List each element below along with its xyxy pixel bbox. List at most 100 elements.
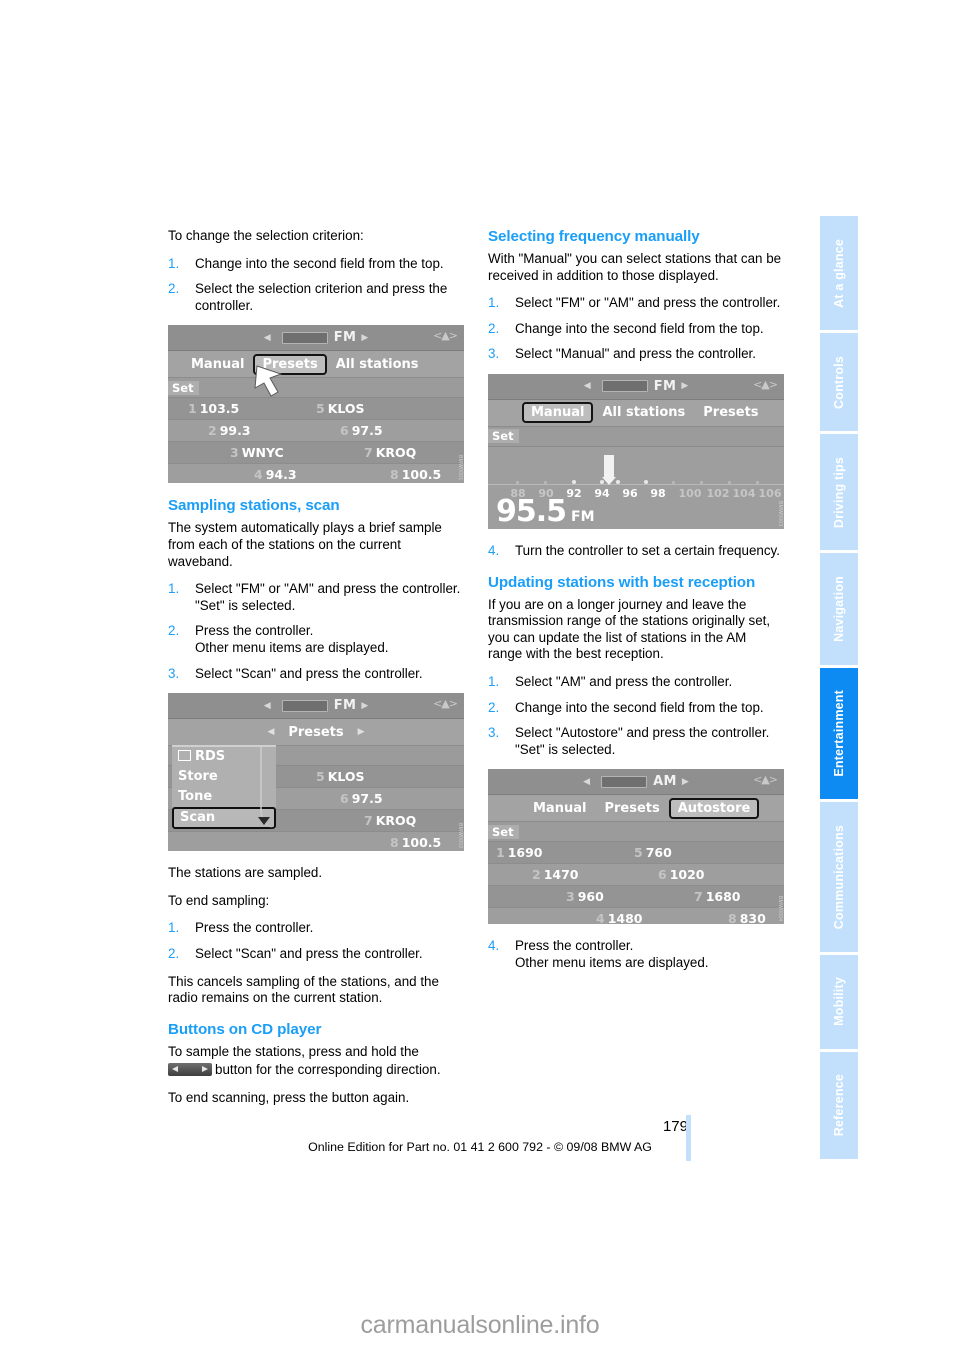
sidebar-tab-label: Entertainment <box>831 690 846 777</box>
preset-cell[interactable]: 3 960 <box>566 889 604 904</box>
preset-cell[interactable]: 4 1480 <box>596 911 643 924</box>
table-row: 2 99.3 6 97.5 <box>168 420 464 443</box>
sidebar-tab-entertainment[interactable]: Entertainment <box>820 667 858 800</box>
menu-item-presets[interactable]: Presets <box>694 405 767 420</box>
list-item: 1. Press the controller. <box>168 920 464 937</box>
preset-number: 6 <box>658 867 667 883</box>
set-label[interactable]: Set <box>488 824 519 839</box>
menu-item-all-stations[interactable]: All stations <box>327 357 428 372</box>
preset-number: 8 <box>390 467 399 483</box>
preset-cell[interactable]: 5 KLOS <box>316 401 365 416</box>
set-label[interactable]: Set <box>488 429 519 444</box>
figure-code: BMW0001 <box>457 454 463 481</box>
screen-menubar: Manual All stations Presets <box>488 399 784 427</box>
frequency-tuner[interactable]: 88 90 92 94 96 98 100 102 104 106 95.5 FM <box>488 446 784 529</box>
step-text: Select "Manual" and press the controller… <box>515 346 756 362</box>
preset-cell[interactable]: 4 94.3 <box>254 467 297 482</box>
cd-line-c: To end scanning, press the button again. <box>168 1089 410 1105</box>
band-label: FM <box>653 378 677 394</box>
preset-number: 4 <box>254 467 263 483</box>
chevron-right-icon: ▶ <box>681 776 689 787</box>
list-item: 3. Select "Manual" and press the control… <box>488 346 784 363</box>
preset-number: 6 <box>340 423 349 439</box>
table-row: 3 WNYC 7 KROQ <box>168 442 464 465</box>
menu-item-presets[interactable]: Presets <box>279 725 352 740</box>
context-dropdown-menu: RDS Store Tone Scan <box>172 745 276 830</box>
menu-item-manual[interactable]: Manual <box>522 402 594 424</box>
preset-cell[interactable]: 8 100.5 <box>390 467 441 482</box>
update-paragraph: If you are on a longer journey and leave… <box>488 596 771 662</box>
scale-tick-label: 106 <box>758 486 782 500</box>
menu-item-autostore[interactable]: Autostore <box>668 797 760 819</box>
step-number: 2. <box>168 281 180 297</box>
preset-value: KROQ <box>375 813 417 829</box>
sidebar-tab-driving-tips[interactable]: Driving tips <box>820 434 858 551</box>
tuner-scale-line <box>488 483 784 485</box>
frequency-value: 95.5 <box>496 493 567 529</box>
preset-cell[interactable]: 2 99.3 <box>208 423 251 438</box>
sidebar-tab-navigation[interactable]: Navigation <box>820 553 858 665</box>
chevron-left-icon: ◀ <box>583 381 591 392</box>
step-text: Select "Scan" and press the controller. <box>195 665 423 681</box>
table-row: 4 1480 8 830 <box>488 908 784 925</box>
source-indicator-icon <box>601 380 648 393</box>
figure-code: BMW0003 <box>777 500 783 526</box>
chevron-right-icon: ▶ <box>681 381 689 392</box>
preset-cell[interactable]: 2 1470 <box>532 867 579 882</box>
menu-item-presets[interactable]: Presets <box>595 801 668 816</box>
table-row: 8 100.5 <box>168 832 464 852</box>
preset-cell[interactable]: 8 830 <box>728 911 766 924</box>
preset-value: 1480 <box>607 911 643 925</box>
checkbox-checked-icon[interactable] <box>178 750 191 762</box>
preset-cell[interactable]: 1 103.5 <box>188 401 239 416</box>
cd-line-b-wrapper: button for the corresponding direction. <box>168 1062 464 1079</box>
menu-item-manual[interactable]: Manual <box>182 357 253 372</box>
chevron-left-icon[interactable]: ◀ <box>262 727 279 737</box>
manual-step-list-continued: 4. Turn the controller to set a certain … <box>488 543 784 560</box>
preset-cell[interactable]: 1 1690 <box>496 845 543 860</box>
sampling-paragraph: The system automatically plays a brief s… <box>168 520 442 569</box>
preset-cell[interactable]: 5 KLOS <box>316 769 365 784</box>
list-item: 1. Change into the second field from the… <box>168 256 464 273</box>
sidebar-tab-controls[interactable]: Controls <box>820 333 858 432</box>
sidebar-tab-at-a-glance[interactable]: At a glance <box>820 216 858 331</box>
preset-cell[interactable]: 5 760 <box>634 845 672 860</box>
preset-cell[interactable]: 6 97.5 <box>340 423 383 438</box>
idrive-screenshot-fm-scan: ◀ FM ▶ <▲> ◀ Presets ▶ 5 KLOS 6 97.5 7 K… <box>168 693 464 852</box>
preset-value: 1680 <box>705 889 741 905</box>
band-label: FM <box>333 330 357 346</box>
menu-item-all-stations[interactable]: All stations <box>593 405 694 420</box>
update-step-list: 1. Select "AM" and press the controller.… <box>488 674 784 758</box>
chevron-right-icon[interactable]: ▶ <box>353 727 370 737</box>
list-item: 1. Select "FM" or "AM" and press the con… <box>488 295 784 312</box>
dropdown-item-label: RDS <box>195 749 226 765</box>
intro-step-list: 1. Change into the second field from the… <box>168 256 464 315</box>
step-subtext: "Set" is selected. <box>195 597 296 613</box>
screen-menubar: Manual Presets Autostore <box>488 795 784 823</box>
preset-cell[interactable]: 7 1680 <box>694 889 741 904</box>
preset-cell[interactable]: 6 1020 <box>658 867 705 882</box>
preset-value: 1020 <box>669 867 705 883</box>
preset-value: 94.3 <box>265 467 297 483</box>
section-heading-manual-frequency: Selecting frequency manually <box>488 228 700 245</box>
sidebar-tab-mobility[interactable]: Mobility <box>820 954 858 1049</box>
preset-value: 100.5 <box>401 467 442 483</box>
preset-cell[interactable]: 8 100.5 <box>390 835 441 850</box>
step-number: 1. <box>168 581 180 597</box>
band-label: FM <box>333 698 357 714</box>
list-item: 2. Change into the second field from the… <box>488 700 784 717</box>
step-text: Select the selection criterion and press… <box>195 281 448 313</box>
preset-cell[interactable]: 7 KROQ <box>364 445 416 460</box>
set-label[interactable]: Set <box>168 380 199 395</box>
preset-cell[interactable]: 6 97.5 <box>340 791 383 806</box>
step-text: Change into the second field from the to… <box>515 320 764 336</box>
preset-cell[interactable]: 3 WNYC <box>230 445 284 460</box>
menu-item-manual[interactable]: Manual <box>524 801 595 816</box>
tuner-pointer-handle[interactable] <box>602 454 616 485</box>
idrive-screenshot-am-autostore: ◀ AM ▶ <▲> Manual Presets Autostore Set <box>488 769 784 925</box>
preset-number: 3 <box>566 889 575 905</box>
screen-topbar: ◀ FM ▶ <▲> <box>488 373 784 400</box>
sidebar-tab-communications[interactable]: Communications <box>820 802 858 952</box>
preset-cell[interactable]: 7 KROQ <box>364 813 416 828</box>
preset-number: 3 <box>230 445 239 461</box>
